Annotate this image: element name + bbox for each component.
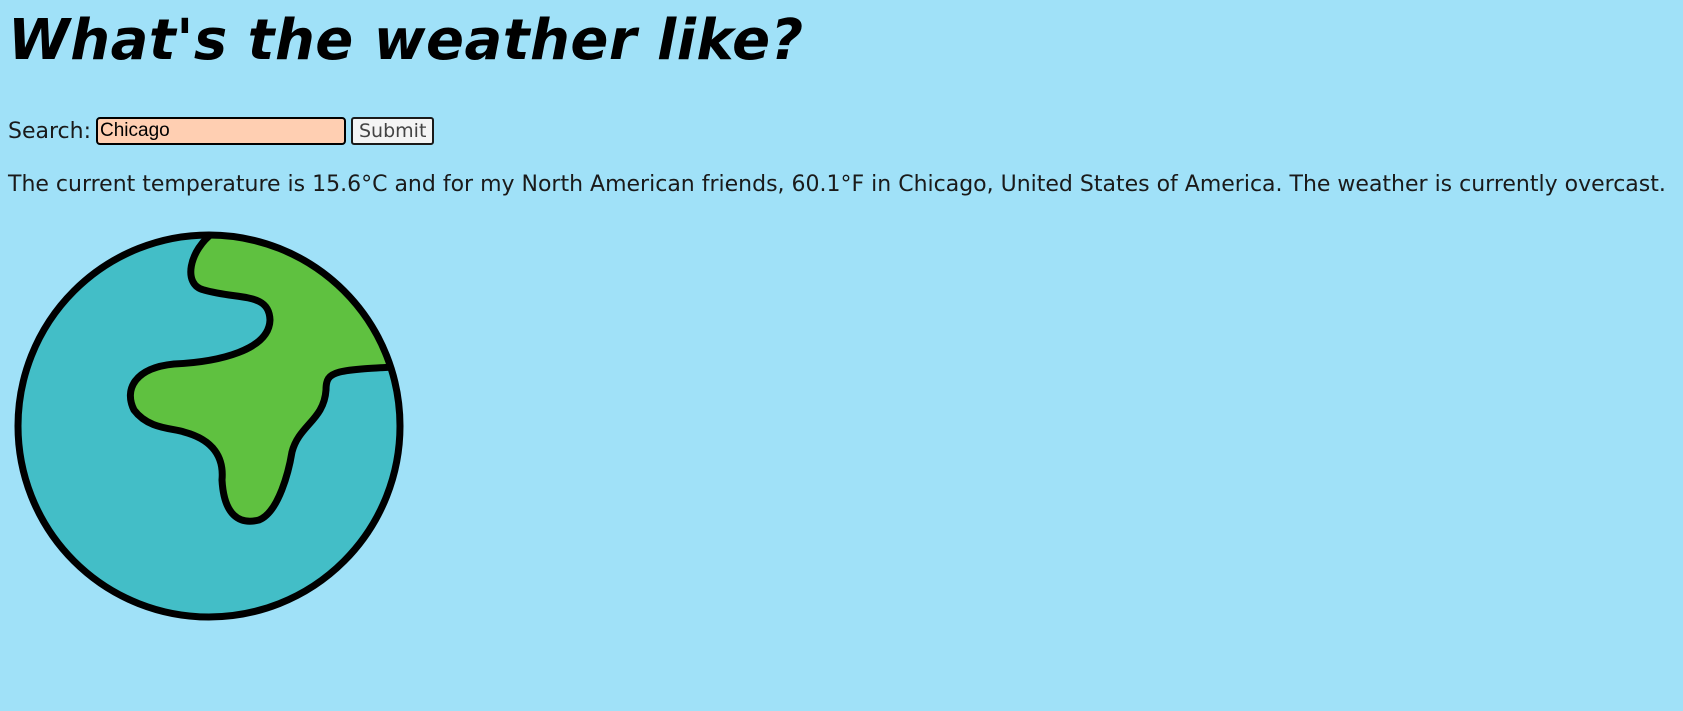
weather-description: The current temperature is 15.6°C and fo…	[8, 172, 1666, 197]
search-form: Search: Submit	[8, 116, 435, 146]
earth-globe-icon	[14, 231, 404, 621]
search-label: Search:	[8, 118, 91, 144]
search-input[interactable]	[96, 117, 346, 145]
page-title: What's the weather like?	[8, 8, 804, 73]
submit-button[interactable]: Submit	[351, 117, 435, 145]
